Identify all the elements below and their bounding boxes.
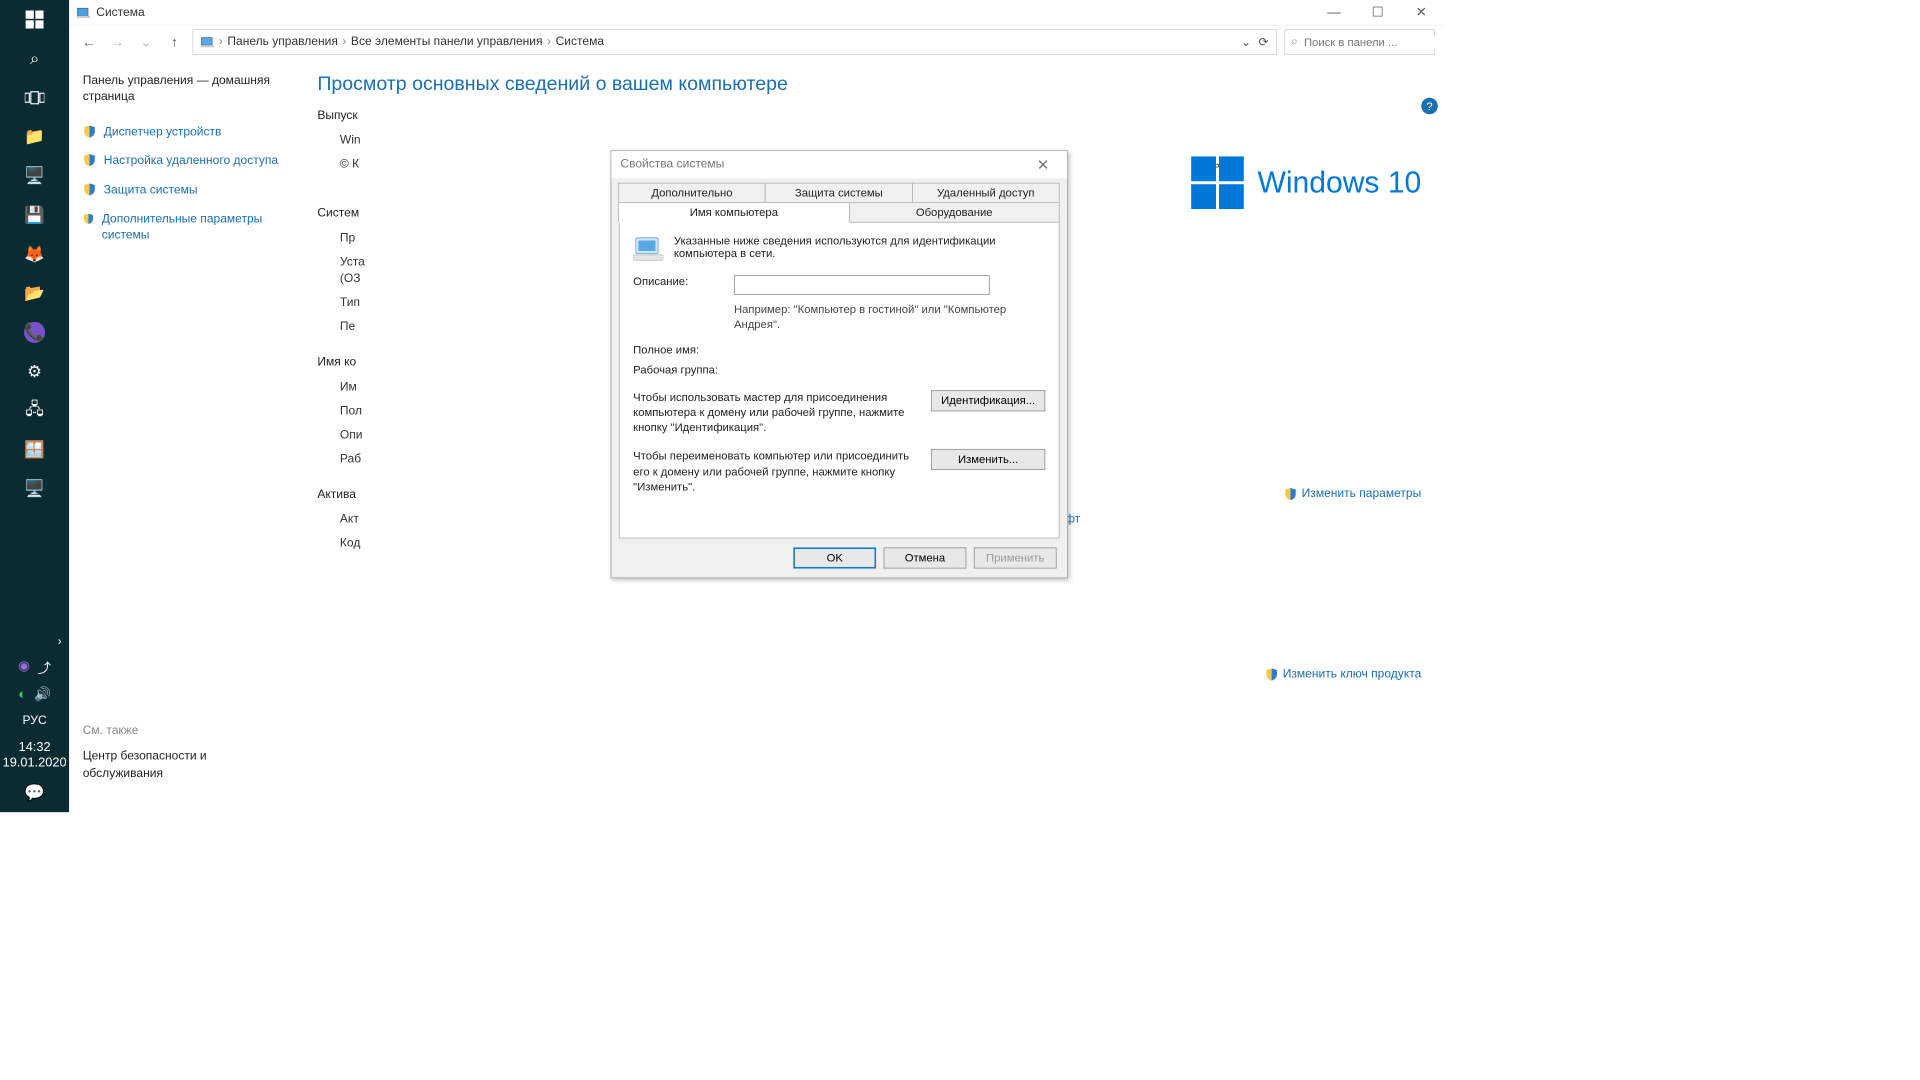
control-panel-home-link[interactable]: Панель управления — домашняя страница: [83, 74, 282, 105]
ok-button[interactable]: OK: [793, 547, 876, 568]
window-title: Система: [96, 6, 144, 20]
shield-icon: [83, 125, 97, 139]
computer-icon: [633, 235, 663, 265]
see-also-section: См. также Центр безопасности и обслужива…: [83, 724, 279, 782]
dialog-close-button[interactable]: ✕: [1028, 155, 1058, 174]
windows-logo-icon: [1191, 156, 1244, 209]
tab-protection[interactable]: Защита системы: [765, 183, 913, 203]
taskbar-app-explorer[interactable]: 📁: [0, 117, 69, 156]
change-button[interactable]: Изменить...: [931, 449, 1045, 470]
cancel-button[interactable]: Отмена: [884, 547, 967, 568]
breadcrumb-item[interactable]: Система: [556, 35, 604, 49]
search-input[interactable]: [1304, 36, 1454, 49]
nav-history-dropdown[interactable]: ⌄: [135, 32, 156, 53]
change-product-key-link[interactable]: Изменить ключ продукта: [1265, 668, 1422, 682]
shield-icon: [1284, 487, 1298, 501]
system-window: Система — ☐ ✕ ← → ⌄ ↑ › Панель управлени…: [69, 0, 1444, 812]
refresh-icon[interactable]: ⟳: [1259, 35, 1269, 50]
nav-up-button[interactable]: ↑: [164, 32, 185, 53]
tab-hardware[interactable]: Оборудование: [849, 203, 1060, 223]
address-dropdown-icon[interactable]: ⌄: [1241, 35, 1251, 50]
taskbar: ⌕ 📁 🖥️ 💾 🦊 📂 📞 ⚙ 🖧 🪟 🖥️ › ◉ ⤴ ◐ 🔊 РУС 14:3…: [0, 0, 69, 812]
tab-advanced[interactable]: Дополнительно: [618, 183, 766, 203]
sidebar-item-advanced[interactable]: Дополнительные параметры системы: [83, 212, 282, 243]
tray-icon[interactable]: ◉: [18, 658, 30, 678]
taskbar-app-2[interactable]: 🖥️: [0, 156, 69, 195]
search-box[interactable]: ⌕: [1284, 29, 1434, 55]
see-also-header: См. также: [83, 724, 279, 738]
nav-back-button[interactable]: ←: [78, 32, 99, 53]
taskview-icon[interactable]: [0, 78, 69, 117]
chevron-right-icon: ›: [547, 35, 551, 49]
taskbar-app-firefox[interactable]: 🦊: [0, 235, 69, 274]
search-icon: ⌕: [1291, 35, 1298, 49]
system-properties-dialog: Свойства системы ✕ Дополнительно Защита …: [611, 150, 1068, 578]
system-tray: ◉ ⤴ ◐ 🔊: [0, 653, 69, 706]
description-input[interactable]: [734, 275, 990, 295]
maximize-button[interactable]: ☐: [1363, 5, 1393, 21]
start-button[interactable]: [0, 0, 69, 39]
taskbar-app-8[interactable]: 🖧: [0, 391, 69, 430]
taskbar-app-settings[interactable]: ⚙: [0, 352, 69, 391]
see-also-link[interactable]: Центр безопасности и обслуживания: [83, 748, 279, 782]
nav-forward-button[interactable]: →: [107, 32, 128, 53]
dialog-tabs: Дополнительно Защита системы Удаленный д…: [619, 183, 1060, 223]
taskbar-app-viber[interactable]: 📞: [0, 313, 69, 352]
dialog-button-row: OK Отмена Применить: [611, 538, 1067, 577]
sidebar-item-remote[interactable]: Настройка удаленного доступа: [83, 154, 282, 170]
tray-volume-icon[interactable]: 🔊: [34, 687, 51, 703]
change-settings-link[interactable]: Изменить параметры: [1284, 487, 1422, 501]
text-fragment: Win: [340, 129, 1421, 153]
apply-button[interactable]: Применить: [974, 547, 1057, 568]
shield-icon: [1265, 668, 1279, 682]
description-hint: Например: "Компьютер в гостиной" или "Ко…: [734, 302, 1045, 332]
search-icon[interactable]: ⌕: [0, 39, 69, 78]
breadcrumb-item[interactable]: Панель управления: [227, 35, 338, 49]
chevron-right-icon: ›: [342, 35, 346, 49]
workgroup-label: Рабочая группа:: [633, 364, 723, 377]
sidebar-item-protection[interactable]: Защита системы: [83, 183, 282, 199]
shield-icon: [83, 183, 97, 197]
dialog-intro-text: Указанные ниже сведения используются для…: [674, 235, 1045, 265]
sidebar-item-device-manager[interactable]: Диспетчер устройств: [83, 125, 282, 141]
titlebar: Система — ☐ ✕: [69, 0, 1444, 26]
taskbar-app-3[interactable]: 💾: [0, 196, 69, 235]
windows-logo-text: Windows 10: [1257, 166, 1421, 200]
description-label: Описание:: [633, 275, 723, 288]
main-panel: Просмотр основных сведений о вашем компь…: [295, 59, 1444, 813]
dialog-titlebar: Свойства системы ✕: [611, 151, 1067, 178]
taskbar-app-9[interactable]: 🪟: [0, 430, 69, 469]
wizard-text-1: Чтобы использовать мастер для присоедине…: [633, 390, 923, 436]
chevron-right-icon: ›: [219, 35, 223, 49]
section-windows-edition: Выпуск: [317, 109, 1421, 123]
fullname-label: Полное имя:: [633, 343, 723, 356]
tray-icon[interactable]: ⤴: [37, 658, 51, 678]
tray-expand-icon[interactable]: ›: [0, 631, 69, 654]
tab-computer-name[interactable]: Имя компьютера: [618, 203, 849, 223]
taskbar-clock[interactable]: 14:32 19.01.2020: [0, 735, 69, 773]
taskbar-app-5[interactable]: 📂: [0, 274, 69, 313]
address-bar[interactable]: › Панель управления › Все элементы панел…: [193, 29, 1277, 55]
control-panel-icon: [201, 36, 215, 48]
wizard-text-2: Чтобы переименовать компьютер или присое…: [633, 449, 923, 495]
shield-icon: [83, 154, 97, 168]
language-indicator[interactable]: РУС: [0, 707, 69, 736]
taskbar-app-10[interactable]: 🖥️: [0, 469, 69, 508]
page-title: Просмотр основных сведений о вашем компь…: [317, 72, 1421, 95]
tab-remote[interactable]: Удаленный доступ: [912, 183, 1060, 203]
sidebar: Панель управления — домашняя страница Ди…: [69, 59, 295, 813]
dialog-title: Свойства системы: [620, 158, 724, 172]
windows-logo: Windows 10: [1191, 156, 1421, 209]
shield-icon: [83, 212, 94, 226]
close-button[interactable]: ✕: [1406, 5, 1436, 21]
window-icon: [77, 6, 91, 20]
breadcrumb-item[interactable]: Все элементы панели управления: [351, 35, 543, 49]
identification-button[interactable]: Идентификация...: [931, 390, 1045, 411]
dialog-body: Указанные ниже сведения используются для…: [619, 223, 1060, 539]
tray-icon[interactable]: ◐: [18, 687, 26, 703]
minimize-button[interactable]: —: [1319, 5, 1349, 21]
notifications-icon[interactable]: 💬: [0, 773, 69, 812]
nav-toolbar: ← → ⌄ ↑ › Панель управления › Все элемен…: [69, 26, 1444, 59]
